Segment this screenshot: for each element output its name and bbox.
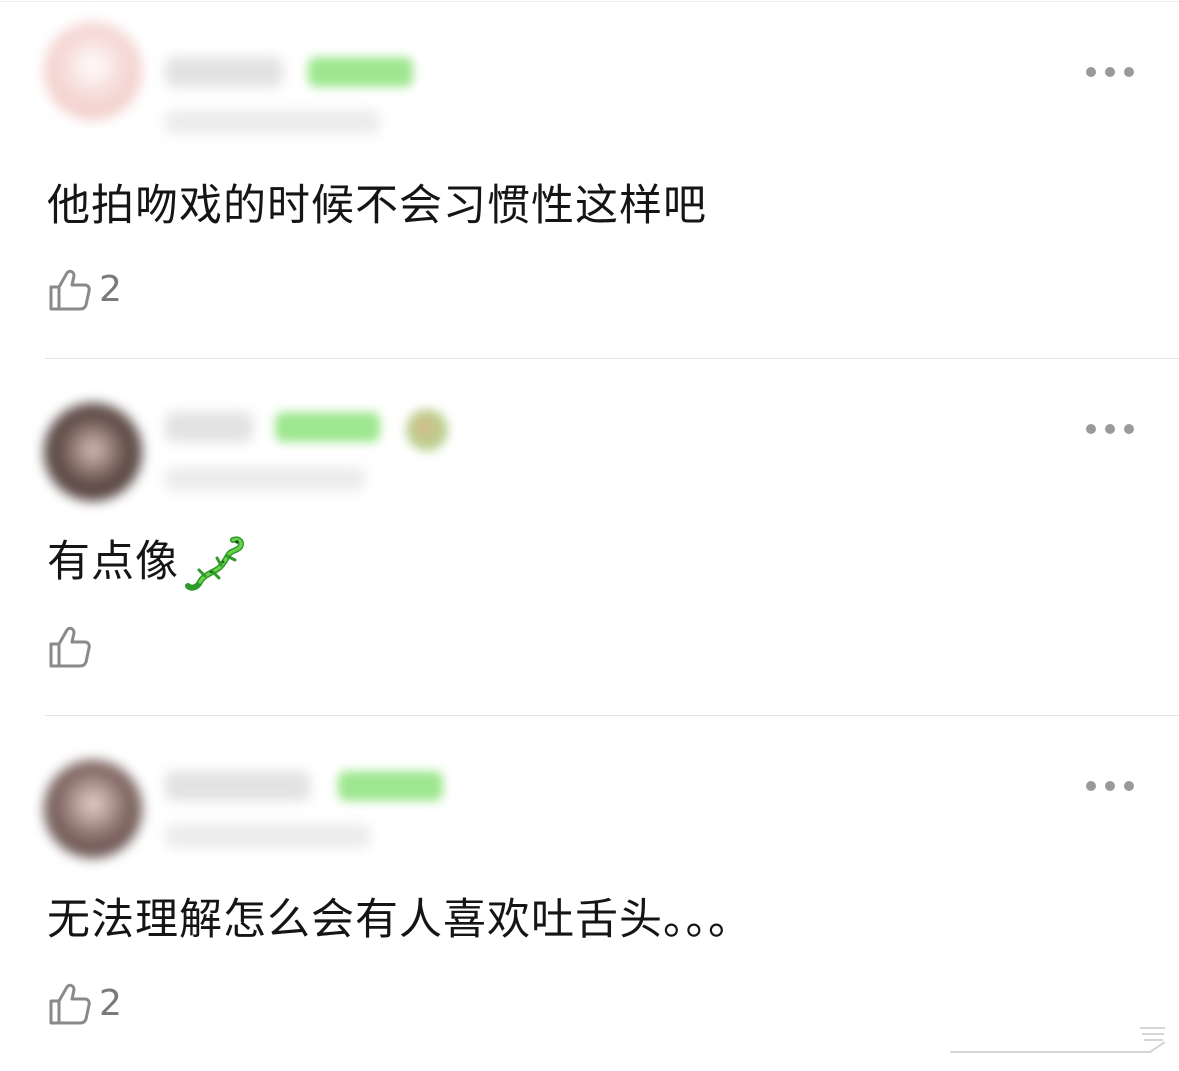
comment-meta-redacted — [165, 110, 380, 134]
lizard-emoji-icon — [185, 536, 244, 591]
avatar[interactable] — [44, 760, 142, 858]
thumbs-up-icon — [49, 269, 91, 311]
like-count: 2 — [99, 269, 122, 310]
more-dot-icon — [1105, 781, 1115, 791]
comment-meta-redacted — [165, 467, 365, 491]
comment-body: 他拍吻戏的时候不会习惯性这样吧 — [47, 181, 707, 231]
more-dot-icon — [1124, 781, 1134, 791]
more-dot-icon — [1086, 67, 1096, 77]
comment-item: 有点像 — [0, 357, 1179, 714]
more-dot-icon — [1086, 424, 1096, 434]
more-dot-icon — [1124, 67, 1134, 77]
username-redacted[interactable] — [165, 57, 283, 87]
avatar[interactable] — [44, 22, 142, 120]
more-dot-icon — [1105, 424, 1115, 434]
like-button[interactable]: 2 — [47, 982, 122, 1026]
username-redacted[interactable] — [165, 771, 310, 801]
avatar[interactable] — [44, 403, 142, 501]
thumbs-up-icon — [49, 983, 91, 1025]
like-button[interactable] — [47, 625, 99, 669]
more-options-button[interactable] — [1086, 60, 1134, 84]
comment-body: 无法理解怎么会有人喜欢吐舌头。。。 — [47, 895, 752, 945]
watermark-mark — [950, 1027, 1166, 1053]
like-button[interactable]: 2 — [47, 268, 122, 312]
username-redacted[interactable] — [165, 412, 253, 442]
more-options-button[interactable] — [1086, 417, 1134, 441]
more-dot-icon — [1086, 781, 1096, 791]
level-badge — [308, 57, 413, 87]
like-count: 2 — [99, 983, 122, 1024]
more-dot-icon — [1124, 424, 1134, 434]
thumbs-up-icon — [49, 626, 91, 668]
comment-item: 他拍吻戏的时候不会习惯性这样吧 2 — [0, 0, 1179, 357]
more-options-button[interactable] — [1086, 774, 1134, 798]
level-badge — [338, 771, 443, 801]
more-dot-icon — [1105, 67, 1115, 77]
comment-text: 他拍吻戏的时候不会习惯性这样吧 — [47, 178, 707, 234]
comment-body: 有点像 — [47, 537, 179, 587]
level-badge — [275, 412, 380, 442]
comment-text: 有点像 — [47, 532, 245, 592]
comment-meta-redacted — [165, 824, 370, 848]
comment-item: 无法理解怎么会有人喜欢吐舌头。。。 2 — [0, 714, 1179, 1071]
comment-text: 无法理解怎么会有人喜欢吐舌头。。。 — [47, 892, 752, 948]
fan-badge-icon — [406, 409, 448, 451]
